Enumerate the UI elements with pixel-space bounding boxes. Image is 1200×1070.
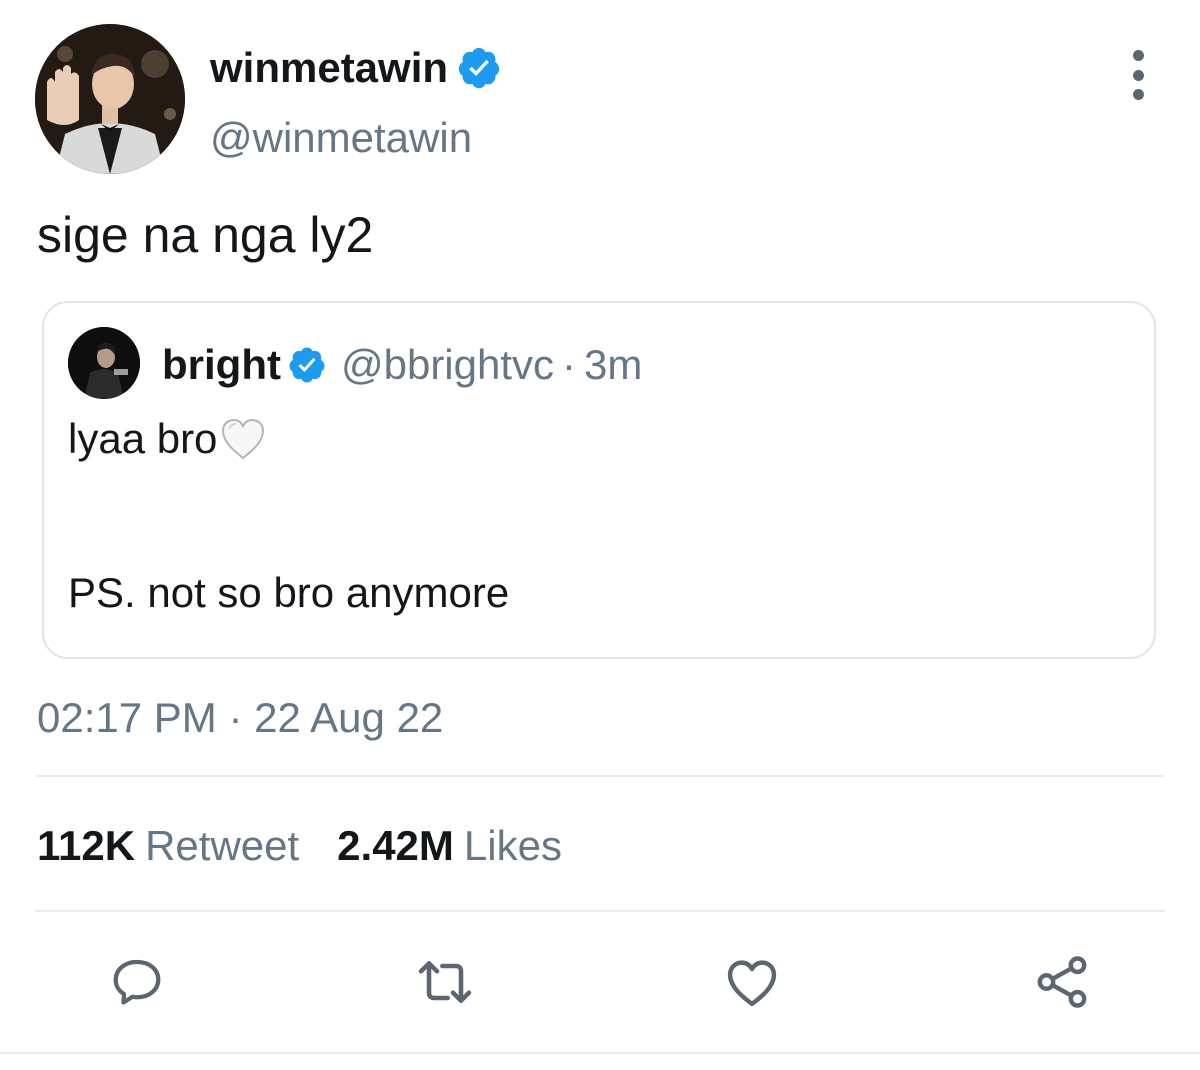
retweet-count: 112K <box>37 822 136 869</box>
tweet-text: sige na nga ly2 <box>37 207 374 263</box>
verified-badge-icon <box>456 45 502 91</box>
share-icon[interactable] <box>1030 950 1094 1014</box>
likes-stat[interactable]: 2.42M Likes <box>337 820 562 872</box>
likes-label: Likes <box>463 822 562 869</box>
quoted-separator: · <box>562 341 577 388</box>
quoted-header: bright @bbrightvc · 3m <box>162 339 642 391</box>
author-avatar[interactable] <box>35 24 185 174</box>
quoted-time-ago: 3m <box>584 341 643 388</box>
likes-count: 2.42M <box>337 822 454 869</box>
retweet-label: Retweet <box>145 822 300 869</box>
quoted-verified-badge-icon <box>287 345 327 385</box>
author-handle[interactable]: @winmetawin <box>210 112 472 164</box>
divider <box>35 910 1165 912</box>
quoted-text-second: PS. not so bro anymore <box>68 569 510 616</box>
tweet-timestamp[interactable]: 02:17 PM · 22 Aug 22 <box>37 692 443 744</box>
like-icon[interactable] <box>720 950 784 1014</box>
reply-icon[interactable] <box>105 950 169 1014</box>
retweet-stat[interactable]: 112K Retweet <box>37 820 299 872</box>
quoted-text-first: lyaa bro <box>68 415 218 462</box>
quoted-tweet-card[interactable]: bright @bbrightvc · 3m lyaa bro PS. not … <box>42 301 1156 659</box>
white-heart-icon <box>219 417 267 461</box>
divider <box>35 775 1165 777</box>
quoted-author-avatar[interactable] <box>68 327 140 399</box>
quoted-author-name[interactable]: bright <box>162 339 281 391</box>
author-display-name[interactable]: winmetawin <box>210 42 502 94</box>
quoted-author-handle[interactable]: @bbrightvc <box>341 339 554 391</box>
bottom-divider <box>0 1052 1200 1054</box>
quoted-text-line: lyaa bro <box>68 413 267 465</box>
author-name-text[interactable]: winmetawin <box>210 42 448 94</box>
more-options-icon[interactable] <box>1118 50 1158 100</box>
engagement-stats: 112K Retweet 2.42M Likes <box>37 820 562 872</box>
retweet-icon[interactable] <box>413 950 477 1014</box>
